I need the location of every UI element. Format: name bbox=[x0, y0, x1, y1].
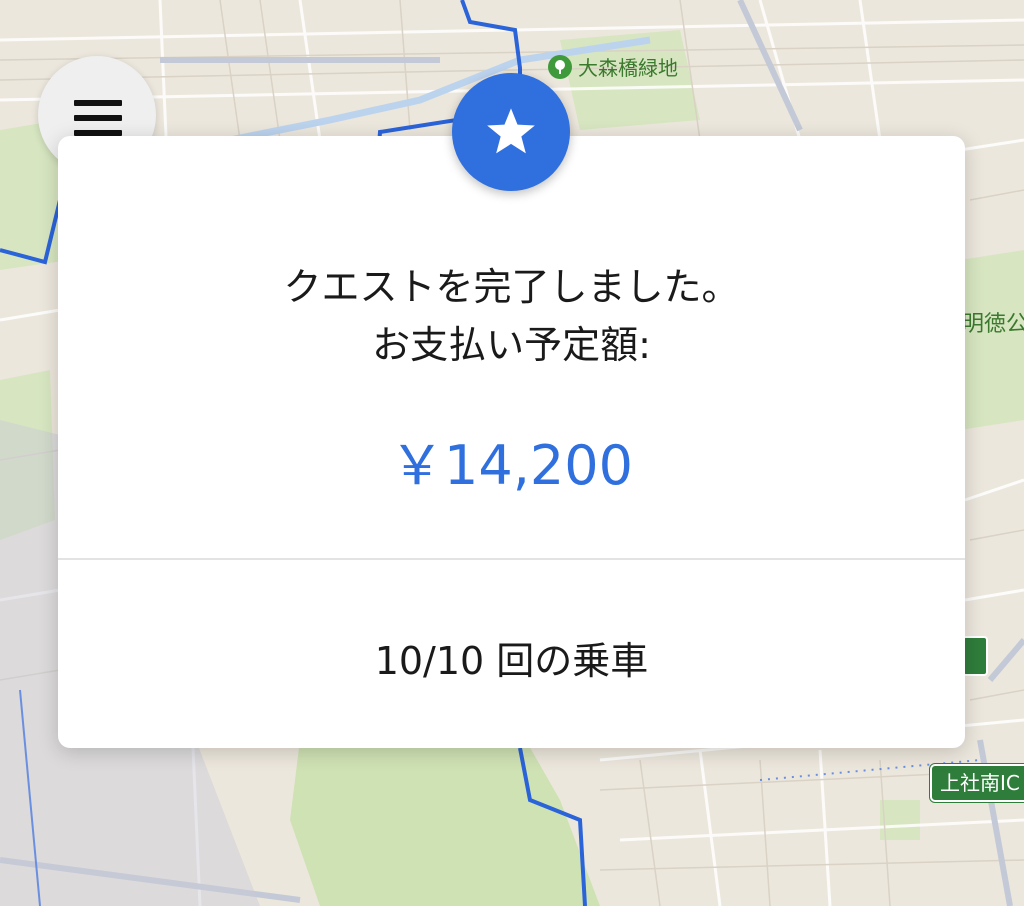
quest-title-line2: お支払い予定額: bbox=[372, 323, 651, 367]
road-sign-icon bbox=[962, 636, 988, 676]
park-label: 大森橋緑地 bbox=[548, 52, 678, 81]
payout-amount: ￥14,200 bbox=[390, 434, 633, 497]
park-label-text: 大森橋緑地 bbox=[578, 56, 678, 80]
quest-complete-card: クエストを完了しました。 お支払い予定額: ￥14,200 10/10 回の乗車 bbox=[58, 136, 965, 748]
interchange-sign: 上社南IC bbox=[930, 764, 1024, 802]
quest-title-line1: クエストを完了しました。 bbox=[283, 265, 740, 309]
star-icon bbox=[487, 108, 535, 154]
right-map-label: 明徳公 bbox=[962, 312, 1024, 337]
ride-count: 10/10 回の乗車 bbox=[374, 639, 649, 683]
tree-icon bbox=[548, 54, 572, 79]
quest-message: クエストを完了しました。 お支払い予定額: bbox=[58, 258, 965, 374]
quest-badge bbox=[452, 73, 570, 191]
card-divider bbox=[58, 558, 965, 560]
